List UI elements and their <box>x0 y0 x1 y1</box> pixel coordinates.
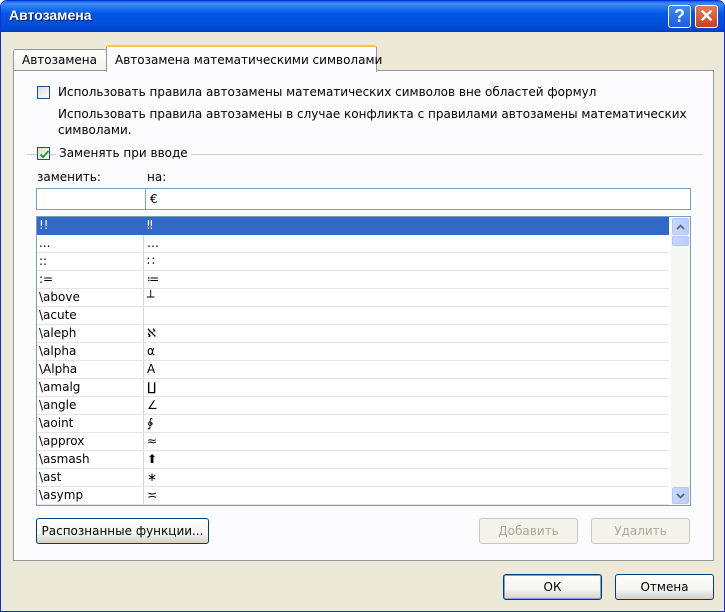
list-row[interactable]: \amalg ∐ <box>37 379 669 397</box>
close-button[interactable]: ✕ <box>695 5 718 28</box>
row-key: !! <box>39 218 49 232</box>
row-value: ≍ <box>147 488 158 502</box>
row-key: \approx <box>39 434 85 448</box>
list-row[interactable]: \aleph ℵ <box>37 325 669 343</box>
row-key: :: <box>39 254 48 268</box>
list-row[interactable]: \aoint ∳ <box>37 415 669 433</box>
list-row[interactable]: := ≔ <box>37 271 669 289</box>
list-row[interactable]: ... … <box>37 235 669 253</box>
recognized-functions-button[interactable]: Распознанные функции... <box>36 518 209 544</box>
title-bar[interactable]: Автозамена ? ✕ <box>1 1 724 32</box>
row-key: \alpha <box>39 344 77 358</box>
chevron-down-icon <box>676 492 685 499</box>
list-row[interactable]: \angle ∠ <box>37 397 669 415</box>
row-value: ≈ <box>147 434 158 448</box>
conflict-note-line2: символами. <box>58 123 132 137</box>
row-key: \ast <box>39 470 62 484</box>
with-column-label: на: <box>147 170 167 184</box>
chevron-up-icon <box>676 223 685 230</box>
cancel-button[interactable]: Отмена <box>615 574 714 600</box>
replace-as-type-label: Заменять при вводе <box>56 146 191 160</box>
row-value: α <box>147 344 155 358</box>
list-row[interactable]: \asmash ⬆ <box>37 451 669 469</box>
row-value: ≔ <box>147 272 159 286</box>
list-row[interactable]: \above ┴ <box>37 289 669 307</box>
delete-button[interactable]: Удалить <box>591 518 690 544</box>
list-row[interactable]: \ast ∗ <box>37 469 669 487</box>
close-icon: ✕ <box>698 6 715 26</box>
list-row[interactable]: \asymp ≍ <box>37 487 669 505</box>
row-key: \aoint <box>39 416 74 430</box>
scroll-up-button[interactable] <box>672 218 689 235</box>
vertical-scrollbar[interactable] <box>671 217 690 505</box>
replace-input[interactable] <box>36 188 146 210</box>
list-row[interactable]: \Alpha A <box>37 361 669 379</box>
row-key: := <box>39 272 54 286</box>
row-value: ∗ <box>147 470 158 484</box>
use-outside-checkbox[interactable] <box>37 86 50 99</box>
row-key: \asymp <box>39 488 84 502</box>
row-value: … <box>147 236 159 250</box>
list-row[interactable]: \approx ≈ <box>37 433 669 451</box>
replace-as-type-checkbox[interactable] <box>37 147 50 160</box>
row-key: \above <box>39 290 80 304</box>
row-key: \amalg <box>39 380 81 394</box>
scroll-thumb[interactable] <box>672 236 689 246</box>
row-value: A <box>147 362 156 376</box>
replace-column-label: заменить: <box>37 170 101 184</box>
row-value: ∳ <box>147 416 154 430</box>
row-value: ‼ <box>147 218 153 232</box>
row-key: \aleph <box>39 326 77 340</box>
with-input[interactable]: € <box>145 188 691 210</box>
row-key: \angle <box>39 398 77 412</box>
row-value: ∷ <box>147 254 155 268</box>
tab-math-autocorrect[interactable]: Автозамена математическими символами <box>106 45 382 72</box>
tab-autocorrect[interactable]: Автозамена <box>13 49 107 71</box>
ok-button[interactable]: ОК <box>503 574 602 600</box>
row-value: ∐ <box>147 380 157 394</box>
window-title: Автозамена <box>9 7 92 23</box>
autocorrect-list[interactable]: !! ‼ ... … :: ∷ := ≔ \above ┴ \acute \al… <box>36 216 691 506</box>
scroll-down-button[interactable] <box>672 487 689 504</box>
list-row[interactable]: :: ∷ <box>37 253 669 271</box>
list-row[interactable]: !! ‼ <box>37 217 669 235</box>
row-key: \asmash <box>39 452 90 466</box>
checkmark-icon <box>39 150 50 159</box>
conflict-note-line1: Использовать правила автозамены в случае… <box>58 107 687 121</box>
list-row[interactable]: \acute <box>37 307 669 325</box>
row-key: ... <box>39 236 51 250</box>
use-outside-label: Использовать правила автозамены математи… <box>58 85 597 99</box>
row-key: \acute <box>39 308 77 322</box>
row-key: \Alpha <box>39 362 78 376</box>
add-button[interactable]: Добавить <box>479 518 578 544</box>
row-value: ℵ <box>147 326 156 340</box>
row-value: ⬆ <box>147 452 158 466</box>
autocorrect-dialog: Автозамена ? ✕ Автозамена Автозамена мат… <box>0 0 725 612</box>
row-value: ∠ <box>147 398 158 412</box>
row-value: ┴ <box>147 290 155 304</box>
list-row[interactable]: \alpha α <box>37 343 669 361</box>
help-button[interactable]: ? <box>668 5 691 28</box>
